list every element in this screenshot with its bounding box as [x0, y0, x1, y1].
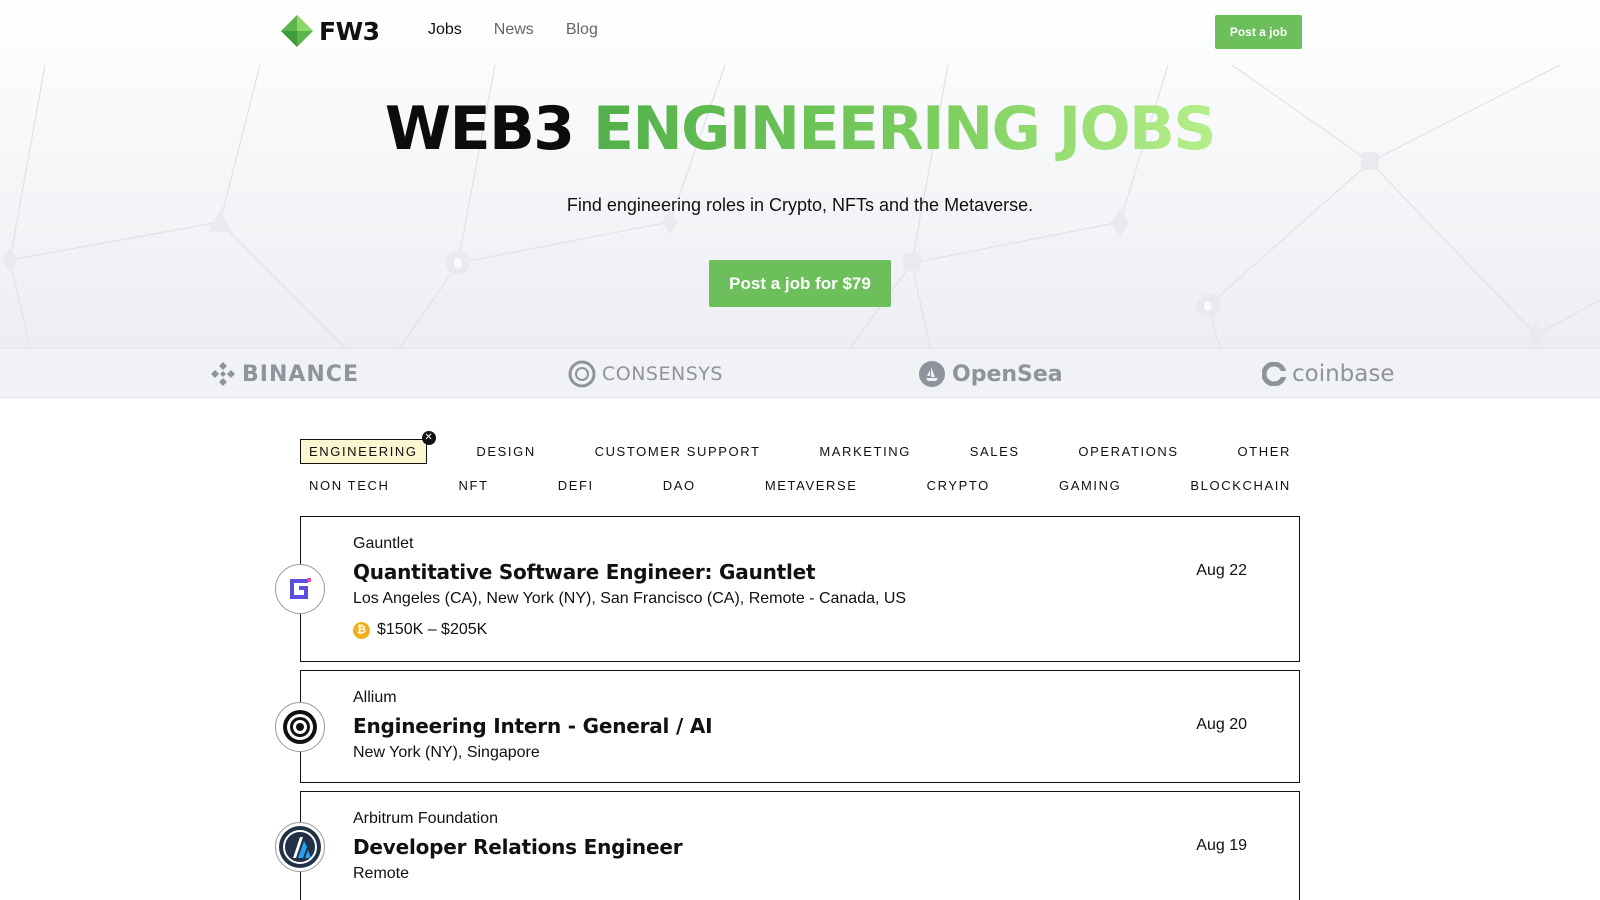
- category-nft[interactable]: NFT: [450, 473, 498, 498]
- svg-text:฿: ฿: [454, 256, 462, 270]
- category-marketing[interactable]: MARKETING: [810, 439, 920, 464]
- nav-blog[interactable]: Blog: [566, 21, 598, 39]
- company-binance: BINANCE: [210, 359, 359, 389]
- category-customer-support[interactable]: CUSTOMER SUPPORT: [586, 439, 770, 464]
- company-name: coinbase: [1292, 361, 1395, 387]
- job-location: Remote: [353, 865, 410, 882]
- category-label: ENGINEERING: [309, 443, 418, 459]
- job-date: Aug 20: [1196, 716, 1247, 733]
- job-location: Los Angeles (CA), New York (NY), San Fra…: [353, 590, 907, 607]
- job-title[interactable]: Engineering Intern - General / AI: [353, 714, 713, 738]
- post-job-button[interactable]: Post a job: [1215, 15, 1302, 49]
- category-gaming[interactable]: GAMING: [1050, 473, 1130, 498]
- company-coinbase: coinbase: [1262, 359, 1395, 389]
- job-card[interactable]: Arbitrum Foundation Developer Relations …: [275, 791, 1300, 900]
- arbitrum-logo-icon: [275, 822, 325, 872]
- top-header: FW3 Jobs News Blog Post a job: [0, 0, 1600, 62]
- company-name: BINANCE: [242, 361, 359, 387]
- category-row-1: ENGINEERING ✕ DESIGN CUSTOMER SUPPORT MA…: [300, 430, 1300, 468]
- job-title[interactable]: Developer Relations Engineer: [353, 835, 683, 859]
- category-sales[interactable]: SALES: [961, 439, 1029, 464]
- svg-text:฿: ฿: [1204, 299, 1212, 313]
- job-card[interactable]: Allium Engineering Intern - General / AI…: [275, 670, 1300, 783]
- allium-logo-icon: [275, 702, 325, 752]
- job-card[interactable]: Gauntlet Quantitative Software Engineer:…: [275, 516, 1300, 662]
- job-company: Arbitrum Foundation: [353, 810, 498, 827]
- hero-title-engineering-jobs: ENGINEERING JOBS: [592, 94, 1217, 164]
- category-engineering[interactable]: ENGINEERING ✕: [300, 430, 436, 464]
- logo-text: FW3: [319, 16, 380, 46]
- category-design[interactable]: DESIGN: [467, 439, 544, 464]
- category-metaverse[interactable]: METAVERSE: [756, 473, 867, 498]
- binance-icon: [211, 362, 235, 386]
- company-consensys: CONSENSYS: [568, 359, 723, 389]
- job-title[interactable]: Quantitative Software Engineer: Gauntlet: [353, 560, 816, 584]
- job-location: New York (NY), Singapore: [353, 744, 540, 761]
- category-row-2: NON TECH NFT DEFI DAO METAVERSE CRYPTO G…: [300, 468, 1300, 502]
- company-name: CONSENSYS: [602, 363, 723, 385]
- hero-subtitle: Find engineering roles in Crypto, NFTs a…: [566, 195, 1034, 215]
- company-opensea: OpenSea: [918, 359, 1063, 389]
- job-salary-text: $150K – $205K: [377, 621, 488, 638]
- gauntlet-logo-icon: [275, 564, 325, 614]
- category-defi[interactable]: DEFI: [549, 473, 603, 498]
- job-company: Allium: [353, 689, 397, 706]
- category-operations[interactable]: OPERATIONS: [1069, 439, 1187, 464]
- job-date: Aug 19: [1196, 837, 1247, 854]
- hero-title: WEB3 ENGINEERING JOBS: [0, 92, 1600, 166]
- category-blockchain[interactable]: BLOCKCHAIN: [1181, 473, 1300, 498]
- category-filters: ENGINEERING ✕ DESIGN CUSTOMER SUPPORT MA…: [300, 430, 1300, 502]
- fw3-diamond-icon: [281, 15, 313, 47]
- job-date: Aug 22: [1196, 562, 1247, 579]
- main-nav: Jobs News Blog: [428, 21, 630, 39]
- category-other[interactable]: OTHER: [1228, 439, 1300, 464]
- job-salary: ₿ $150K – $205K: [353, 621, 487, 639]
- hero-post-job-button[interactable]: Post a job for $79: [709, 260, 891, 307]
- category-crypto[interactable]: CRYPTO: [918, 473, 999, 498]
- consensys-icon: [568, 360, 596, 388]
- category-dao[interactable]: DAO: [654, 473, 705, 498]
- category-non-tech[interactable]: NON TECH: [300, 473, 398, 498]
- nav-jobs[interactable]: Jobs: [428, 21, 462, 39]
- hero-title-web3: WEB3: [384, 94, 575, 164]
- site-logo[interactable]: FW3: [281, 15, 380, 47]
- coinbase-icon: [1262, 362, 1286, 386]
- nav-news[interactable]: News: [494, 21, 534, 39]
- company-logo-strip: BINANCE CONSENSYS OpenSea coinbase: [0, 348, 1600, 398]
- opensea-icon: [919, 361, 945, 387]
- bitcoin-coin-icon: ₿: [353, 621, 370, 639]
- job-company: Gauntlet: [353, 535, 414, 552]
- company-name: OpenSea: [952, 361, 1063, 387]
- close-icon[interactable]: ✕: [421, 430, 436, 445]
